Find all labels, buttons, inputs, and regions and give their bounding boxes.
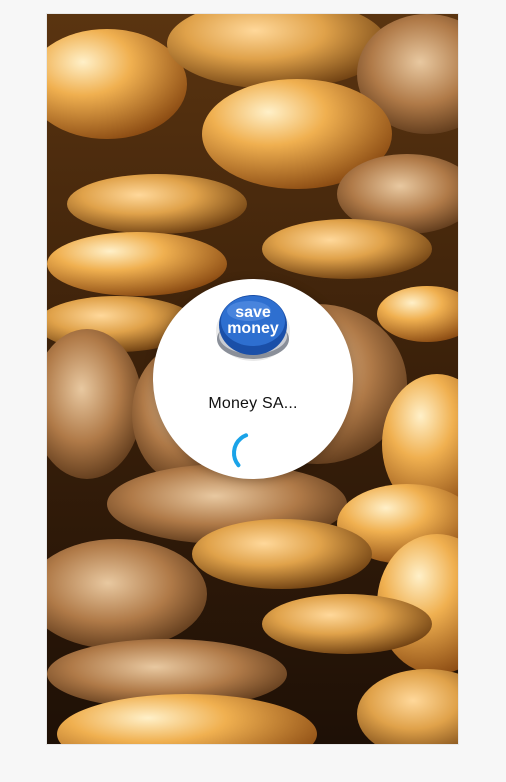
logo-text-save: save <box>235 304 271 321</box>
save-money-button-icon: save money <box>216 295 290 361</box>
splash-card: save money Money SA... <box>153 279 353 479</box>
app-name-label: Money SA... <box>208 395 298 412</box>
app-screen: save money Money SA... <box>47 14 458 744</box>
loading-spinner-icon <box>229 429 277 477</box>
logo-text-money: money <box>227 320 279 337</box>
